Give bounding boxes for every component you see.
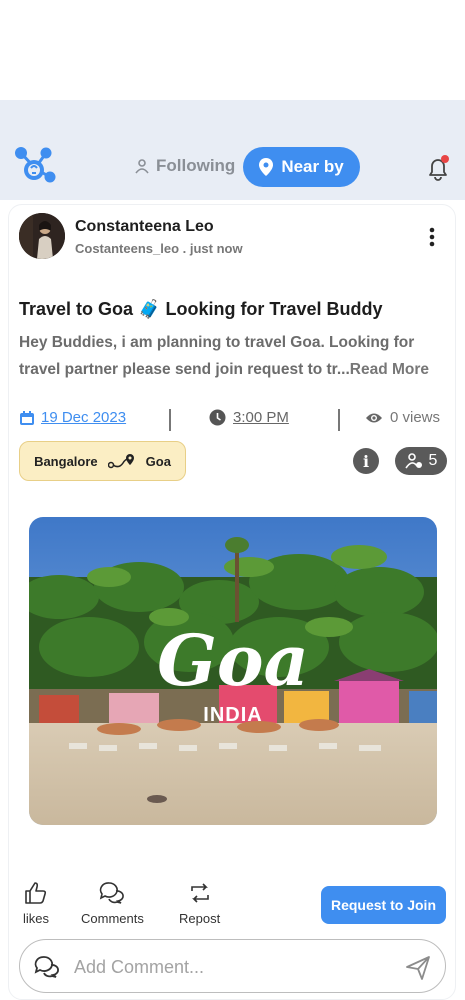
status-bar-space xyxy=(0,0,465,100)
comments-label: Comments xyxy=(81,911,144,926)
author-name[interactable]: Constanteena Leo xyxy=(75,218,214,236)
top-navigation: Following Near by xyxy=(0,100,465,200)
tab-near-by-label: Near by xyxy=(281,157,344,176)
tab-near-by[interactable]: Near by xyxy=(243,147,360,187)
comment-bar xyxy=(19,939,446,993)
trip-time-text: 3:00 PM xyxy=(233,409,289,426)
route-badge: Bangalore Goa xyxy=(19,441,186,481)
image-caption-sub: INDIA xyxy=(203,704,262,726)
info-icon[interactable]: i xyxy=(353,448,379,474)
members-icon xyxy=(404,453,422,469)
members-badge[interactable]: 5 xyxy=(395,447,447,475)
request-to-join-button[interactable]: Request to Join xyxy=(321,886,446,924)
divider xyxy=(338,409,340,431)
notification-dot xyxy=(441,155,449,163)
comment-bubbles-icon xyxy=(100,882,125,904)
location-pin-icon xyxy=(259,158,274,176)
eye-icon xyxy=(366,413,382,422)
trip-date[interactable]: 19 Dec 2023 xyxy=(19,409,126,426)
view-count: 0 views xyxy=(365,409,440,426)
read-more-link[interactable]: Read More xyxy=(350,361,429,378)
post-body: Hey Buddies, i am planning to travel Goa… xyxy=(19,329,449,383)
like-label: likes xyxy=(23,911,50,926)
like-button[interactable]: likes xyxy=(23,881,49,926)
repost-label: Repost xyxy=(179,911,221,926)
members-count: 5 xyxy=(428,452,438,469)
tab-following[interactable]: Following xyxy=(134,156,235,176)
send-icon[interactable] xyxy=(404,954,432,982)
route-from: Bangalore xyxy=(34,453,98,469)
author-meta: Costanteens_leo . just now xyxy=(75,241,243,256)
trip-time[interactable]: 3:00 PM xyxy=(209,409,289,426)
post-image[interactable]: Goa INDIA xyxy=(29,517,437,825)
view-count-text: 0 views xyxy=(390,409,441,426)
more-options-icon[interactable] xyxy=(423,225,441,249)
route-to: Goa xyxy=(145,453,171,469)
trip-date-text: 19 Dec 2023 xyxy=(41,409,127,426)
post-meta-row: 19 Dec 2023 3:00 PM 0 views xyxy=(19,409,449,433)
thumbs-up-icon xyxy=(25,882,47,904)
route-path-icon xyxy=(107,454,134,469)
calendar-icon xyxy=(20,410,34,425)
user-follow-icon xyxy=(135,159,149,174)
tab-following-label: Following xyxy=(156,156,236,175)
notification-bell-icon[interactable] xyxy=(424,154,452,182)
comments-button[interactable]: Comments xyxy=(81,881,144,926)
author-avatar[interactable] xyxy=(19,213,65,259)
divider xyxy=(169,409,171,431)
comment-icon xyxy=(34,956,59,978)
clock-icon xyxy=(209,409,226,426)
image-caption-main: Goa xyxy=(157,619,309,702)
app-logo-icon[interactable] xyxy=(14,145,58,189)
repost-button[interactable]: Repost xyxy=(179,881,220,926)
post-title: Travel to Goa 🧳 Looking for Travel Buddy xyxy=(19,299,383,319)
comment-input[interactable] xyxy=(74,953,374,981)
repost-icon xyxy=(190,883,209,903)
post-card: Constanteena Leo Costanteens_leo . just … xyxy=(8,204,456,1000)
